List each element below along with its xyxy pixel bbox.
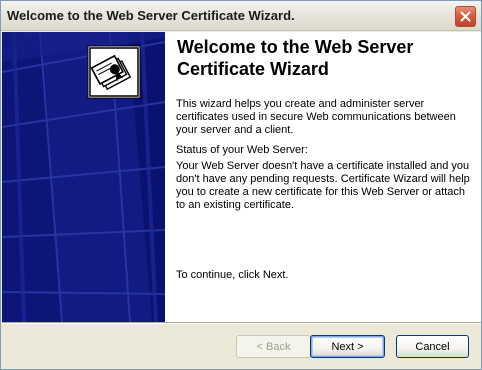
status-text: Your Web Server doesn't have a certifica… — [176, 160, 470, 211]
certificate-icon — [86, 44, 142, 100]
page-title-line-1: Welcome to the Web Server — [177, 37, 414, 57]
intro-text: This wizard helps you create and adminis… — [176, 98, 456, 136]
title-bar[interactable]: Welcome to the Web Server Certificate Wi… — [1, 1, 481, 31]
continue-text: To continue, click Next. — [176, 269, 289, 281]
wizard-banner — [2, 32, 165, 322]
footer-divider — [2, 322, 481, 324]
close-icon — [460, 11, 471, 22]
page-title: Welcome to the Web Server Certificate Wi… — [177, 36, 467, 80]
wizard-content: Welcome to the Web Server Certificate Wi… — [165, 32, 481, 322]
wizard-window: Welcome to the Web Server Certificate Wi… — [0, 0, 482, 370]
close-button[interactable] — [455, 6, 476, 27]
back-button[interactable]: < Back — [236, 335, 311, 358]
window-title: Welcome to the Web Server Certificate Wi… — [7, 8, 295, 23]
page-title-line-2: Certificate Wizard — [177, 59, 329, 79]
next-button[interactable]: Next > — [310, 335, 385, 358]
status-label: Status of your Web Server: — [176, 144, 308, 156]
cancel-button[interactable]: Cancel — [396, 335, 469, 358]
